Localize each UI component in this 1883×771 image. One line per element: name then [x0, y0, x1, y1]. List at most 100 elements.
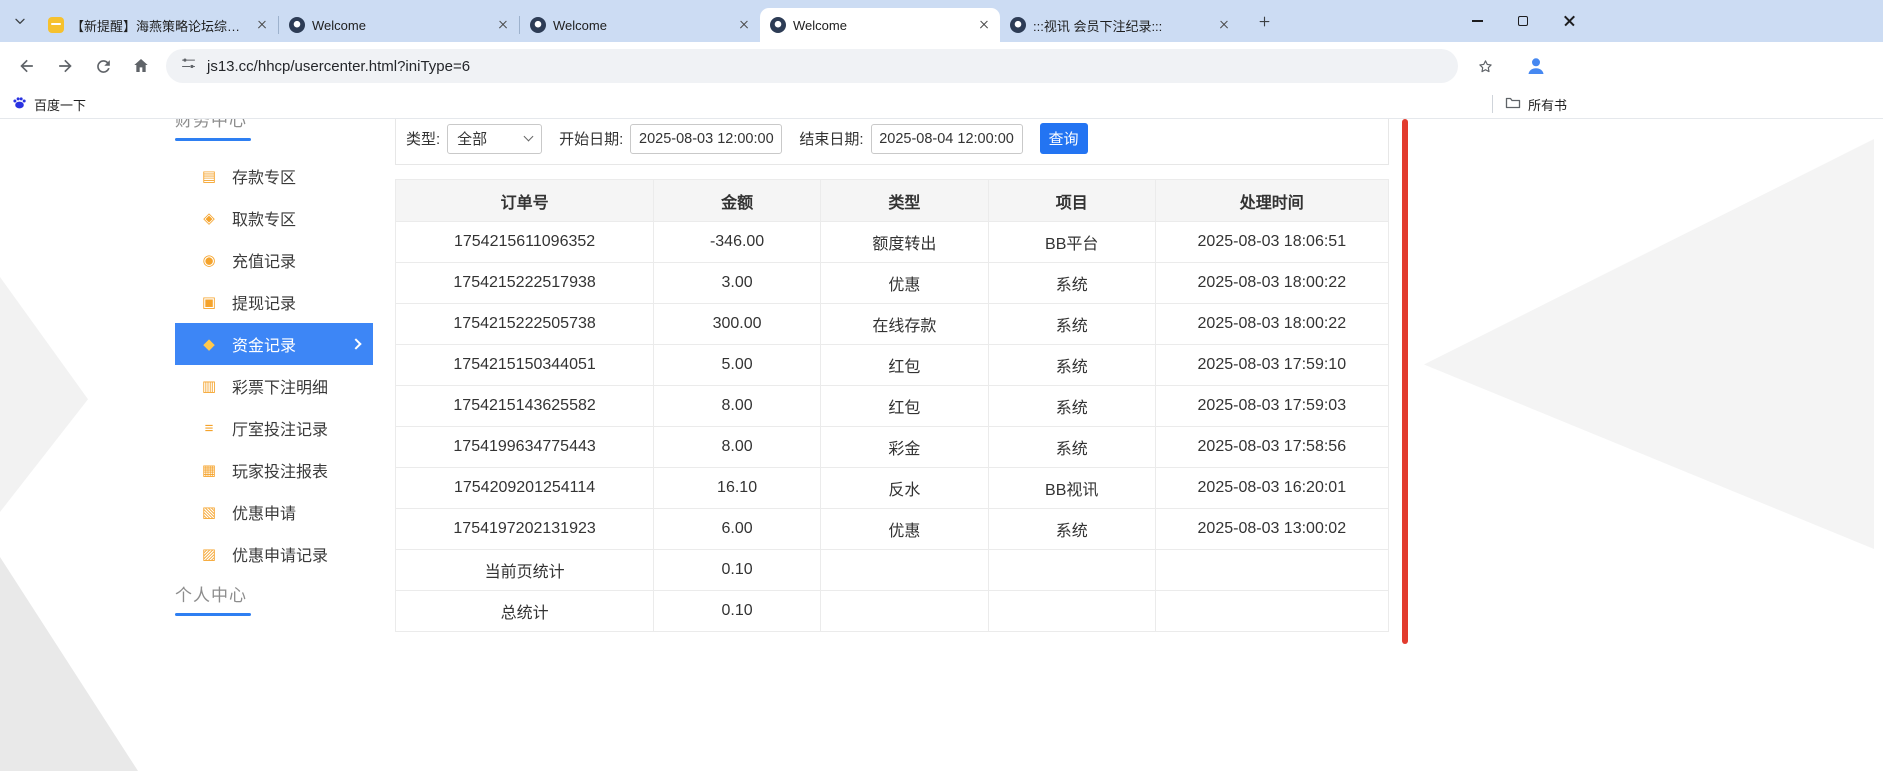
tab-search-chevron-icon[interactable]	[6, 7, 34, 35]
close-button[interactable]	[1546, 0, 1592, 42]
table-row: 17542151503440515.00红包系统2025-08-03 17:59…	[396, 345, 1389, 386]
tab-close-icon[interactable]	[1216, 17, 1232, 33]
table-cell: 2025-08-03 18:06:51	[1155, 222, 1388, 263]
cashout-record-icon: ▣	[200, 293, 218, 311]
sidebar-item[interactable]: ▧优惠申请	[175, 491, 373, 533]
table-cell	[1155, 550, 1388, 591]
table-cell	[988, 591, 1155, 632]
table-cell: 系统	[988, 345, 1155, 386]
site-info-icon[interactable]	[180, 55, 197, 77]
home-button[interactable]	[122, 47, 160, 85]
browser-tab[interactable]: 【新提醒】海燕策略论坛综合交	[38, 8, 278, 42]
table-cell: 优惠	[820, 263, 988, 304]
sidebar-item[interactable]: ▤存款专区	[175, 155, 373, 197]
tab-close-icon[interactable]	[976, 17, 992, 33]
browser-tab[interactable]: Welcome	[279, 8, 519, 42]
table-cell: 2025-08-03 18:00:22	[1155, 263, 1388, 304]
url-bar[interactable]: js13.cc/hhcp/usercenter.html?iniType=6	[166, 49, 1458, 83]
section-finance-label: 财务中心	[175, 119, 247, 130]
main-panel: 类型: 全部 开始日期: 结束日期: 查询 订单号金额类型项目处理时间 1754…	[395, 119, 1389, 632]
column-header: 项目	[988, 180, 1155, 222]
table-cell: 3.00	[654, 263, 821, 304]
sidebar-item[interactable]: ◈取款专区	[175, 197, 373, 239]
new-tab-button[interactable]	[1250, 7, 1278, 35]
table-cell: 8.00	[654, 386, 821, 427]
table-row: 当前页统计0.10	[396, 550, 1389, 591]
table-row: 175420920125411416.10反水BB视讯2025-08-03 16…	[396, 468, 1389, 509]
start-date-input[interactable]	[630, 124, 782, 154]
site-favicon-icon	[530, 17, 546, 33]
table-cell: 红包	[820, 345, 988, 386]
table-cell: 优惠	[820, 509, 988, 550]
type-label: 类型:	[406, 128, 440, 149]
forward-button[interactable]	[46, 47, 84, 85]
browser-tab[interactable]: :::视讯 会员下注纪录:::	[1000, 8, 1240, 42]
sidebar-item[interactable]: ▥彩票下注明细	[175, 365, 373, 407]
forum-favicon-icon	[48, 17, 64, 33]
player-report-icon: ▦	[200, 461, 218, 479]
recharge-record-icon: ◉	[200, 251, 218, 269]
refresh-button[interactable]	[84, 47, 122, 85]
sidebar-item-label: 优惠申请	[232, 500, 296, 524]
bookmarks-bar: 百度一下 所有书	[0, 90, 1883, 119]
table-cell: -346.00	[654, 222, 821, 263]
maximize-button[interactable]	[1500, 0, 1546, 42]
sidebar-section-personal: 个人中心	[175, 581, 251, 616]
all-bookmarks-button[interactable]: 所有书	[1505, 90, 1567, 118]
browser-tab[interactable]: Welcome	[520, 8, 760, 42]
table-cell: 6.00	[654, 509, 821, 550]
page-scrollbar[interactable]	[1402, 119, 1408, 644]
table-cell: 1754215143625582	[396, 386, 654, 427]
table-cell: 彩金	[820, 427, 988, 468]
table-cell: 5.00	[654, 345, 821, 386]
tab-close-icon[interactable]	[495, 17, 511, 33]
sidebar-item[interactable]: ▦玩家投注报表	[175, 449, 373, 491]
filter-bar: 类型: 全部 开始日期: 结束日期: 查询	[395, 119, 1389, 165]
decorative-triangle-bottom-left	[0, 557, 138, 771]
tab-title: Welcome	[793, 18, 969, 33]
tab-strip: 【新提醒】海燕策略论坛综合交 Welcome Welcome Welcome:::视讯…	[0, 0, 1883, 42]
browser-tab[interactable]: Welcome	[760, 8, 1000, 42]
lottery-detail-icon: ▥	[200, 377, 218, 395]
table-body: 1754215611096352-346.00额度转出BB平台2025-08-0…	[396, 222, 1389, 632]
table-cell: 1754215611096352	[396, 222, 654, 263]
sidebar-item[interactable]: ≡厅室投注记录	[175, 407, 373, 449]
bookmark-star-icon[interactable]	[1466, 47, 1504, 85]
tab-close-icon[interactable]	[254, 17, 270, 33]
back-button[interactable]	[8, 47, 46, 85]
tab-close-icon[interactable]	[736, 17, 752, 33]
profile-avatar-icon[interactable]	[1520, 50, 1552, 82]
table-cell	[820, 591, 988, 632]
tab-title: :::视讯 会员下注纪录:::	[1033, 16, 1209, 35]
table-header-row: 订单号金额类型项目处理时间	[396, 180, 1389, 222]
bookmark-baidu[interactable]: 百度一下	[12, 90, 86, 118]
section-personal-label: 个人中心	[175, 586, 247, 605]
sidebar-item[interactable]: ◉充值记录	[175, 239, 373, 281]
folder-icon	[1505, 95, 1521, 114]
tab-title: Welcome	[553, 18, 729, 33]
sidebar-item[interactable]: ▣提现记录	[175, 281, 373, 323]
table-cell: 额度转出	[820, 222, 988, 263]
column-header: 金额	[654, 180, 821, 222]
table-cell: 总统计	[396, 591, 654, 632]
decorative-triangle-left	[0, 277, 88, 512]
table-cell: 0.10	[654, 550, 821, 591]
table-cell: 系统	[988, 427, 1155, 468]
sidebar-item[interactable]: ▨优惠申请记录	[175, 533, 373, 575]
type-select-value: 全部	[457, 128, 487, 149]
promo-apply-record-icon: ▨	[200, 545, 218, 563]
end-date-input[interactable]	[871, 124, 1023, 154]
tab-title: 【新提醒】海燕策略论坛综合交	[71, 16, 247, 35]
type-select[interactable]: 全部	[447, 124, 542, 154]
site-favicon-icon	[1010, 17, 1026, 33]
query-button[interactable]: 查询	[1040, 123, 1088, 154]
table-cell: 1754215222505738	[396, 304, 654, 345]
decorative-triangle-right	[1424, 139, 1874, 549]
table-cell: 2025-08-03 17:59:03	[1155, 386, 1388, 427]
sidebar-item[interactable]: ◆资金记录	[175, 323, 373, 365]
sidebar-item-label: 取款专区	[232, 206, 296, 230]
table-cell: BB平台	[988, 222, 1155, 263]
section-underline	[175, 138, 251, 141]
minimize-button[interactable]	[1454, 0, 1500, 42]
table-cell: 系统	[988, 263, 1155, 304]
